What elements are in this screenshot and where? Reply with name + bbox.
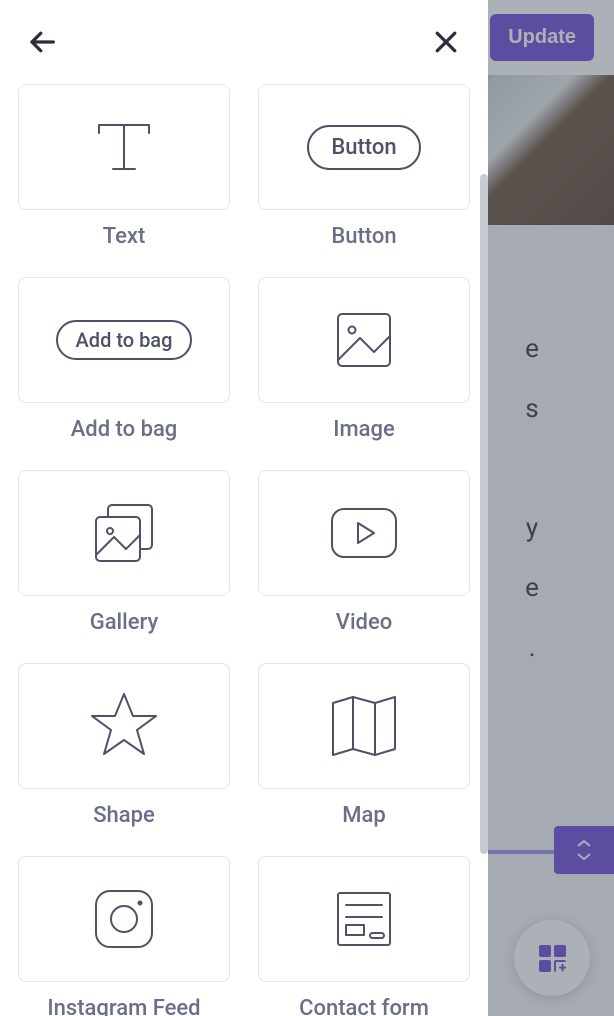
tile: [258, 856, 470, 982]
element-label: Button: [331, 224, 396, 249]
close-button[interactable]: [430, 26, 462, 58]
element-grid: Text Button Button Add to bag Add to bag: [18, 84, 470, 1016]
element-map[interactable]: Map: [258, 663, 470, 828]
element-label: Add to bag: [71, 417, 178, 442]
element-add-to-bag[interactable]: Add to bag Add to bag: [18, 277, 230, 442]
element-contact-form[interactable]: Contact form: [258, 856, 470, 1016]
tile: [18, 856, 230, 982]
tile: [18, 84, 230, 210]
tile: [18, 663, 230, 789]
map-icon: [327, 691, 401, 761]
element-text[interactable]: Text: [18, 84, 230, 249]
element-button[interactable]: Button Button: [258, 84, 470, 249]
instagram-icon: [90, 885, 158, 953]
panel-scroll[interactable]: Text Button Button Add to bag Add to bag: [0, 84, 488, 1016]
element-shape[interactable]: Shape: [18, 663, 230, 828]
panel-header: [0, 0, 488, 84]
element-label: Map: [342, 803, 385, 828]
button-icon: Button: [307, 125, 420, 170]
element-image[interactable]: Image: [258, 277, 470, 442]
text-icon: [93, 119, 155, 175]
image-icon: [332, 308, 396, 372]
tile: Add to bag: [18, 277, 230, 403]
close-icon: [431, 27, 461, 57]
element-label: Shape: [93, 803, 155, 828]
tile: [258, 663, 470, 789]
gallery-icon: [88, 497, 160, 569]
video-icon: [328, 505, 400, 561]
element-label: Gallery: [90, 610, 159, 635]
element-label: Instagram Feed: [47, 996, 200, 1016]
element-video[interactable]: Video: [258, 470, 470, 635]
form-icon: [332, 887, 396, 951]
arrow-left-icon: [27, 27, 57, 57]
add-to-bag-icon: Add to bag: [56, 320, 193, 360]
tile: [258, 470, 470, 596]
tile: [258, 277, 470, 403]
element-label: Text: [103, 224, 146, 249]
scrollbar-thumb[interactable]: [480, 174, 488, 854]
star-icon: [86, 688, 162, 764]
tile: [18, 470, 230, 596]
back-button[interactable]: [26, 26, 58, 58]
element-label: Image: [333, 417, 395, 442]
add-element-panel: Text Button Button Add to bag Add to bag: [0, 0, 488, 1016]
element-label: Contact form: [299, 996, 429, 1016]
tile: Button: [258, 84, 470, 210]
element-instagram-feed[interactable]: Instagram Feed: [18, 856, 230, 1016]
element-label: Video: [336, 610, 392, 635]
element-gallery[interactable]: Gallery: [18, 470, 230, 635]
